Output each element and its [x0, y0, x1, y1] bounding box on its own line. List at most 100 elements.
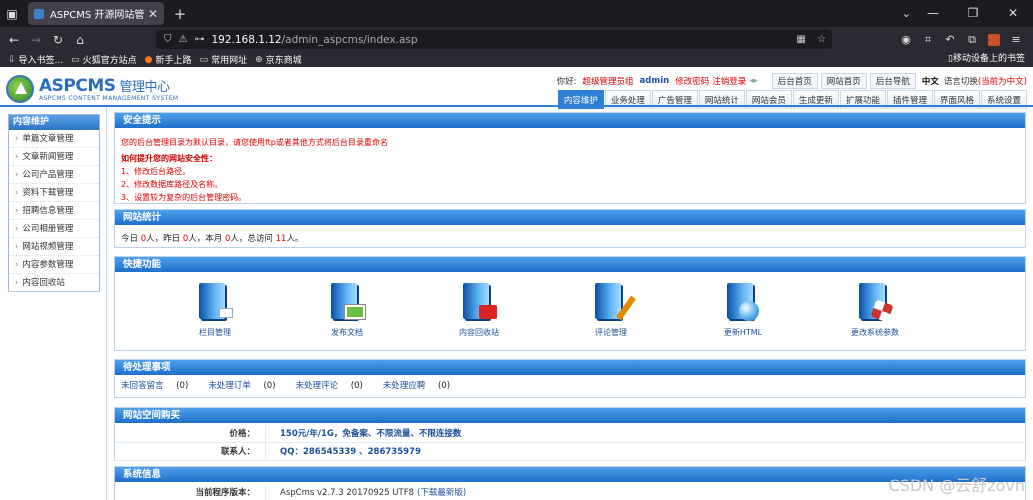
- qr-code-icon[interactable]: ▦: [796, 34, 805, 45]
- language-current[interactable]: 中文: [922, 75, 939, 87]
- recycle-bin-icon[interactable]: [461, 281, 497, 323]
- bookmark-item[interactable]: ● 新手上路: [144, 53, 192, 67]
- download-latest-link[interactable]: (下载最新版): [417, 488, 466, 498]
- close-tab-icon[interactable]: ✕: [148, 7, 158, 21]
- todo-orders-link[interactable]: 未处理订单: [208, 381, 251, 391]
- update-html-icon[interactable]: [725, 281, 761, 323]
- sidebar-item-jobs[interactable]: 招聘信息管理: [9, 202, 99, 220]
- change-password-link[interactable]: 修改密码: [675, 75, 709, 87]
- user-bar: 你好: 超级管理员组 admin 修改密码 注销登录 ◂▸ 后台首页 网站首页 …: [557, 73, 1027, 89]
- tab-title: ASPCMS 开源网站管理系统-网: [50, 10, 144, 21]
- logo: ASPCMS 管理中心 ASPCMS CONTENT MANAGEMENT SYS…: [6, 75, 178, 103]
- stats-panel-title: 网站统计: [115, 210, 1025, 225]
- language-note: (当前为中文): [977, 77, 1027, 87]
- bookmark-item[interactable]: ▭ 火狐官方站点: [71, 53, 137, 67]
- window-controls: — ❐ ✕: [913, 0, 1033, 27]
- sidebar-item-products[interactable]: 公司产品管理: [9, 166, 99, 184]
- system-params-icon[interactable]: [857, 281, 894, 323]
- browser-tab[interactable]: ASPCMS 开源网站管理系统-网 ✕: [28, 2, 164, 25]
- todo-applications-link[interactable]: 未处理应聘: [383, 381, 426, 391]
- comment-manage-icon[interactable]: [593, 281, 636, 323]
- quick-panel-title: 快捷功能: [115, 257, 1025, 272]
- todo-count: (0): [263, 381, 276, 391]
- todo-count: (0): [176, 381, 189, 391]
- quick-item[interactable]: 内容回收站: [419, 277, 539, 347]
- mobile-bookmarks[interactable]: ▯移动设备上的书签: [948, 52, 1025, 67]
- todo-comments-link[interactable]: 未处理评论: [296, 381, 339, 391]
- todo-panel: 待处理事项 未回答留言 (0) 未处理订单 (0) 未处理评论 (0) 未处理应…: [114, 359, 1026, 398]
- sidebar-divider: [106, 107, 107, 500]
- admin-nav-link[interactable]: 后台导航: [869, 73, 916, 89]
- new-tab-button[interactable]: +: [168, 5, 192, 23]
- forward-button[interactable]: →: [25, 33, 47, 47]
- username: admin: [639, 76, 670, 86]
- sidebar-item-news[interactable]: 文章新闻管理: [9, 148, 99, 166]
- home-button[interactable]: ⌂: [69, 33, 91, 47]
- security-lock-icon[interactable]: ⚠: [179, 34, 188, 45]
- tab-list-chevron-icon[interactable]: ⌄: [902, 0, 911, 27]
- version-label: 当前程序版本：: [195, 488, 255, 498]
- price-value: 150元/年/1G，免备案、不限流量、不限连接数: [265, 425, 461, 442]
- back-button[interactable]: ←: [3, 33, 25, 47]
- url-bar[interactable]: ⛉ ⚠ ⊶ 192.168.1.12/admin_aspcms/index.as…: [156, 30, 832, 49]
- hosting-panel: 网站空间购买 价格： 150元/年/1G，免备案、不限流量、不限连接数 联系人：…: [114, 407, 1026, 461]
- todo-count: (0): [438, 381, 451, 391]
- account-icon[interactable]: ◉: [895, 33, 917, 46]
- tab-overview-icon[interactable]: ▣: [0, 0, 24, 27]
- screenshot-icon[interactable]: ⌗: [917, 33, 939, 47]
- reload-button[interactable]: ↻: [47, 33, 69, 47]
- folder-icon: ▭: [71, 54, 80, 65]
- extension-badge-icon[interactable]: [988, 33, 1000, 46]
- bookmark-star-icon[interactable]: ☆: [817, 34, 826, 45]
- publish-doc-icon[interactable]: [329, 281, 365, 323]
- site-home-link[interactable]: 网站首页: [820, 73, 867, 89]
- nav-divider: [0, 105, 1033, 107]
- globe-icon: ⊕: [255, 54, 263, 65]
- sidebar: 内容维护 单篇文章管理 文章新闻管理 公司产品管理 资料下载管理 招聘信息管理 …: [8, 114, 100, 292]
- tab-favicon-icon: [34, 8, 44, 19]
- menu-icon[interactable]: ≡: [1005, 33, 1027, 46]
- stats-total: 11: [275, 234, 287, 244]
- browser-tab-bar: ▣ ASPCMS 开源网站管理系统-网 ✕ + ⌄ — ❐ ✕: [0, 0, 1033, 27]
- minimize-button[interactable]: —: [913, 0, 953, 27]
- admin-page: ASPCMS 管理中心 ASPCMS CONTENT MANAGEMENT SYS…: [0, 67, 1033, 500]
- quick-item[interactable]: 更改系统参数: [815, 277, 935, 347]
- todo-panel-title: 待处理事项: [115, 360, 1025, 375]
- permissions-icon[interactable]: ⊶: [194, 34, 204, 45]
- sidebar-item-videos[interactable]: 网站视频管理: [9, 238, 99, 256]
- price-label: 价格：: [229, 429, 255, 439]
- shield-icon[interactable]: ⛉: [164, 34, 172, 45]
- language-switch[interactable]: 语言切换: [944, 75, 978, 87]
- bookmark-item[interactable]: ▭ 常用网址: [199, 53, 248, 67]
- logo-main-text: ASPCMS: [39, 76, 116, 96]
- sidebar-item-single-article[interactable]: 单篇文章管理: [9, 130, 99, 148]
- extensions-icon[interactable]: ⧉: [961, 33, 983, 47]
- quick-item[interactable]: 发布文档: [287, 277, 407, 347]
- logout-link[interactable]: 注销登录: [712, 75, 746, 87]
- undo-icon[interactable]: ↶: [939, 33, 961, 46]
- todo-count: (0): [350, 381, 363, 391]
- quick-item[interactable]: 栏目管理: [155, 277, 275, 347]
- firefox-icon: ●: [144, 54, 153, 65]
- sidebar-item-downloads[interactable]: 资料下载管理: [9, 184, 99, 202]
- aspcms-logo-icon: [6, 75, 34, 103]
- close-window-button[interactable]: ✕: [993, 0, 1033, 27]
- watermark: CSDN @云舒zovn: [888, 476, 1025, 495]
- sidebar-item-albums[interactable]: 公司相册管理: [9, 220, 99, 238]
- sidebar-item-recycle[interactable]: 内容回收站: [9, 274, 99, 292]
- quick-item[interactable]: 更新HTML: [683, 277, 803, 347]
- version-value: AspCms v2.7.3 20170925 UTF8: [280, 488, 415, 498]
- stats-line: 今日 0人，昨日 0人，本月 0人，总访问 11人。: [121, 234, 304, 244]
- bookmark-item[interactable]: ⊕ 京东商城: [255, 53, 302, 67]
- security-question: 如何提升您的网站安全性: [121, 154, 209, 163]
- bookmark-item[interactable]: ⇩ 导入书签...: [8, 53, 63, 67]
- admin-home-link[interactable]: 后台首页: [771, 73, 818, 89]
- quick-item[interactable]: 评论管理: [551, 277, 671, 347]
- column-folder-icon[interactable]: [197, 281, 233, 323]
- folder-icon: ▭: [199, 54, 209, 65]
- url-path: /admin_aspcms/index.asp: [281, 33, 418, 46]
- stats-panel: 网站统计 今日 0人，昨日 0人，本月 0人，总访问 11人。: [114, 209, 1026, 248]
- maximize-button[interactable]: ❐: [953, 0, 993, 27]
- todo-unanswered-link[interactable]: 未回答留言: [121, 381, 164, 391]
- sidebar-item-params[interactable]: 内容参数管理: [9, 256, 99, 274]
